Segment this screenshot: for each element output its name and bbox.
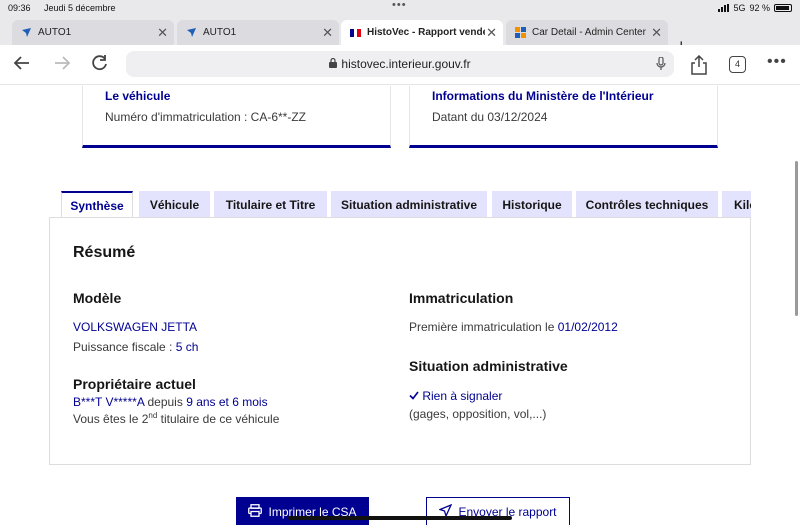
owner-rank: Vous êtes le 2nd titulaire de ce véhicul… <box>73 411 279 426</box>
browser-tab-strip: AUTO1 ✕ AUTO1 ✕ HistoVec - Rapport vende… <box>0 17 800 56</box>
histovec-page: Le véhicule Numéro d'immatriculation : C… <box>0 86 800 525</box>
admin-status: Rien à signaler <box>409 389 502 403</box>
close-tab-icon[interactable]: ✕ <box>322 25 333 41</box>
summary-heading: Résumé <box>73 244 136 261</box>
browser-tab-car-detail[interactable]: Car Detail - Admin Center ✕ <box>506 20 668 45</box>
registration-heading: Immatriculation <box>409 290 514 306</box>
french-flag-favicon-icon <box>349 27 361 39</box>
first-registration: Première immatriculation le 01/02/2012 <box>409 320 618 334</box>
tab-situation-administrative[interactable]: Situation administrative <box>331 191 487 218</box>
close-tab-icon[interactable]: ✕ <box>486 25 497 41</box>
page-scrollbar[interactable] <box>795 161 798 316</box>
signal-icon <box>718 4 730 12</box>
browser-tab-auto1-second[interactable]: AUTO1 ✕ <box>177 20 339 45</box>
owner-rank-post: titulaire de ce véhicule <box>157 412 280 426</box>
auto1-favicon-icon <box>185 27 197 39</box>
owner-rank-pre: Vous êtes le 2 <box>73 412 149 426</box>
ministry-card-value: Datant du 03/12/2024 <box>432 110 548 124</box>
battery-icon <box>774 4 792 12</box>
lock-icon <box>329 57 338 70</box>
status-time: 09:36 <box>8 3 31 13</box>
model-heading: Modèle <box>73 290 122 306</box>
home-indicator[interactable] <box>288 516 512 520</box>
url-text: histovec.interieur.gouv.fr <box>341 57 471 71</box>
tab-titulaire-et-titre[interactable]: Titulaire et Titre <box>214 191 327 218</box>
owner-since-value: 9 ans et 6 mois <box>186 395 268 409</box>
address-bar[interactable]: histovec.interieur.gouv.fr <box>126 51 674 77</box>
vehicle-card-title: Le véhicule <box>105 89 171 103</box>
checkmark-icon <box>409 389 419 403</box>
tab-controles-techniques[interactable]: Contrôles techniques <box>576 191 718 218</box>
vehicle-info-card: Le véhicule Numéro d'immatriculation : C… <box>82 86 391 148</box>
admin-status-label: Rien à signaler <box>422 389 503 403</box>
browser-tab-auto1-first[interactable]: AUTO1 ✕ <box>12 20 174 45</box>
printer-icon <box>248 504 263 520</box>
owner-heading: Propriétaire actuel <box>73 376 196 392</box>
tab-historique[interactable]: Historique <box>492 191 572 218</box>
first-registration-date: 01/02/2012 <box>557 320 618 334</box>
owner-name: B***T V*****A <box>73 395 145 409</box>
more-options-icon[interactable]: ••• <box>767 53 787 71</box>
status-date: Jeudi 5 décembre <box>44 3 116 13</box>
network-label: 5G <box>733 3 746 13</box>
browser-tab-histovec[interactable]: HistoVec - Rapport vendeur ✕ <box>341 20 503 45</box>
owner-line: B***T V*****A depuis 9 ans et 6 mois <box>73 395 268 409</box>
owner-rank-sup: nd <box>148 411 158 420</box>
forward-arrow-icon[interactable] <box>52 53 72 79</box>
status-bar: 09:36 Jeudi 5 décembre ••• 5G 92 % <box>0 0 800 17</box>
tab-count-button[interactable]: 4 <box>729 56 746 73</box>
browser-tab-label: HistoVec - Rapport vendeur <box>367 27 485 38</box>
model-name: VOLKSWAGEN JETTA <box>73 320 198 334</box>
vehicle-card-value: Numéro d'immatriculation : CA-6**-ZZ <box>105 110 307 124</box>
tab-kilometrage[interactable]: Kilo <box>722 191 751 218</box>
ministry-info-card: Informations du Ministère de l'Intérieur… <box>409 86 718 148</box>
owner-since-label: depuis <box>144 395 187 409</box>
close-tab-icon[interactable]: ✕ <box>651 25 662 41</box>
admin-situation-heading: Situation administrative <box>409 358 568 374</box>
synthese-panel: Résumé Modèle VOLKSWAGEN JETTA Puissance… <box>49 217 751 465</box>
close-tab-icon[interactable]: ✕ <box>157 25 168 41</box>
browser-tab-label: AUTO1 <box>38 27 72 38</box>
battery-label: 92 % <box>749 3 770 13</box>
browser-tab-label: AUTO1 <box>203 27 237 38</box>
tab-vehicule[interactable]: Véhicule <box>139 191 210 218</box>
tab-synthese[interactable]: Synthèse <box>61 191 133 218</box>
browser-toolbar: histovec.interieur.gouv.fr 4 ••• <box>0 45 800 85</box>
multitask-dots-icon[interactable]: ••• <box>392 0 407 11</box>
fiscal-power-value: 5 ch <box>175 340 199 354</box>
first-registration-label: Première immatriculation le <box>409 320 558 334</box>
fiscal-power-label: Puissance fiscale : <box>73 340 176 354</box>
microphone-icon[interactable] <box>656 56 666 74</box>
send-report-button[interactable]: Envoyer le rapport <box>426 497 570 525</box>
back-arrow-icon[interactable] <box>12 53 32 79</box>
auto1-favicon-icon <box>20 27 32 39</box>
report-tabs: Synthèse Véhicule Titulaire et Titre Sit… <box>61 191 751 218</box>
ministry-card-title: Informations du Ministère de l'Intérieur <box>432 89 654 103</box>
browser-tab-label: Car Detail - Admin Center <box>532 27 646 38</box>
fiscal-power: Puissance fiscale : 5 ch <box>73 340 198 354</box>
share-icon[interactable] <box>690 54 708 80</box>
admin-favicon-icon <box>514 27 526 39</box>
print-csa-button[interactable]: Imprimer le CSA <box>236 497 369 525</box>
admin-status-detail: (gages, opposition, vol,...) <box>409 407 547 421</box>
reload-icon[interactable] <box>90 53 110 79</box>
